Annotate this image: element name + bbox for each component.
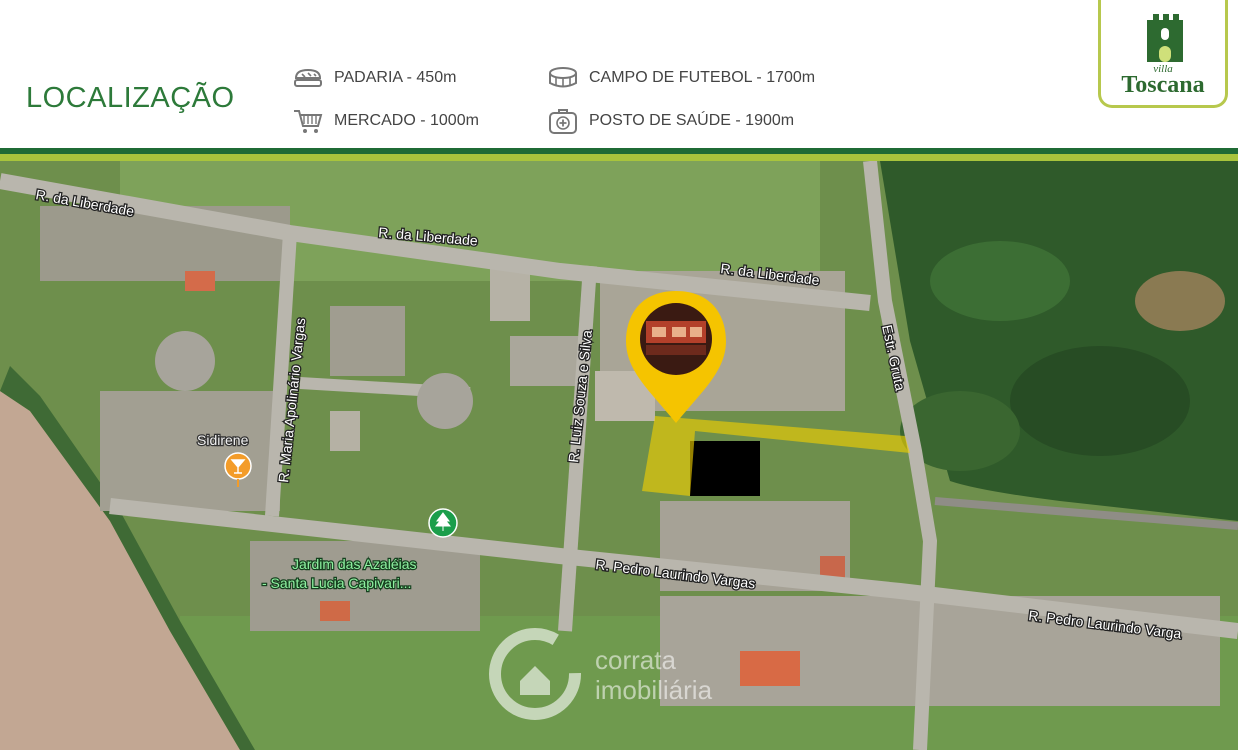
poi-label: POSTO DE SAÚDE - 1900m bbox=[589, 112, 795, 129]
red-roof bbox=[185, 271, 215, 291]
poi-bakery: PADARIA - 450m bbox=[292, 64, 456, 92]
block-houses bbox=[690, 441, 760, 496]
divider-band-light bbox=[0, 154, 1238, 161]
place-label-park: Jardim das Azaléias bbox=[292, 556, 417, 572]
poi-label: PADARIA - 450m bbox=[334, 69, 457, 86]
red-roof bbox=[320, 601, 350, 621]
header: LOCALIZAÇÃO PADARIA - 450m MERCADO - 100… bbox=[0, 0, 1238, 148]
poi-label: MERCADO - 1000m bbox=[334, 112, 479, 129]
poi-soccer-field: CAMPO DE FUTEBOL - 1700m bbox=[547, 64, 815, 92]
map-canvas: R. da Liberdade R. da Liberdade R. da Li… bbox=[0, 161, 1238, 750]
block-houses bbox=[330, 411, 360, 451]
forest-patch bbox=[1010, 346, 1190, 456]
cul-de-sac bbox=[155, 331, 215, 391]
poi-label: CAMPO DE FUTEBOL - 1700m bbox=[589, 69, 816, 86]
villa-toscana-logo: villa Toscana bbox=[1098, 0, 1228, 108]
red-roof bbox=[740, 651, 800, 686]
tree-icon[interactable] bbox=[428, 508, 458, 538]
watermark-text: imobiliária bbox=[595, 675, 713, 705]
satellite-map[interactable]: R. da Liberdade R. da Liberdade R. da Li… bbox=[0, 161, 1238, 750]
watermark-text: corrata bbox=[595, 645, 676, 675]
tower-icon bbox=[1147, 14, 1183, 62]
cart-icon bbox=[294, 110, 323, 133]
block-houses bbox=[100, 391, 280, 511]
poi-health-post: POSTO DE SAÚDE - 1900m bbox=[547, 107, 794, 135]
bread-icon bbox=[294, 68, 322, 87]
stadium-icon bbox=[549, 67, 577, 88]
forest-patch bbox=[930, 241, 1070, 321]
clearing bbox=[1135, 271, 1225, 331]
poi-market: MERCADO - 1000m bbox=[292, 107, 479, 135]
cul-de-sac bbox=[417, 373, 473, 429]
place-label-park-line2: - Santa Lucia Capivari... bbox=[262, 575, 411, 591]
block-houses bbox=[330, 306, 405, 376]
logo-text-toscana: Toscana bbox=[1121, 72, 1205, 98]
block-houses bbox=[510, 336, 580, 386]
page-title: LOCALIZAÇÃO bbox=[26, 82, 235, 114]
medical-kit-icon bbox=[549, 109, 577, 134]
place-label-sidirene: Sidirene bbox=[197, 432, 249, 448]
